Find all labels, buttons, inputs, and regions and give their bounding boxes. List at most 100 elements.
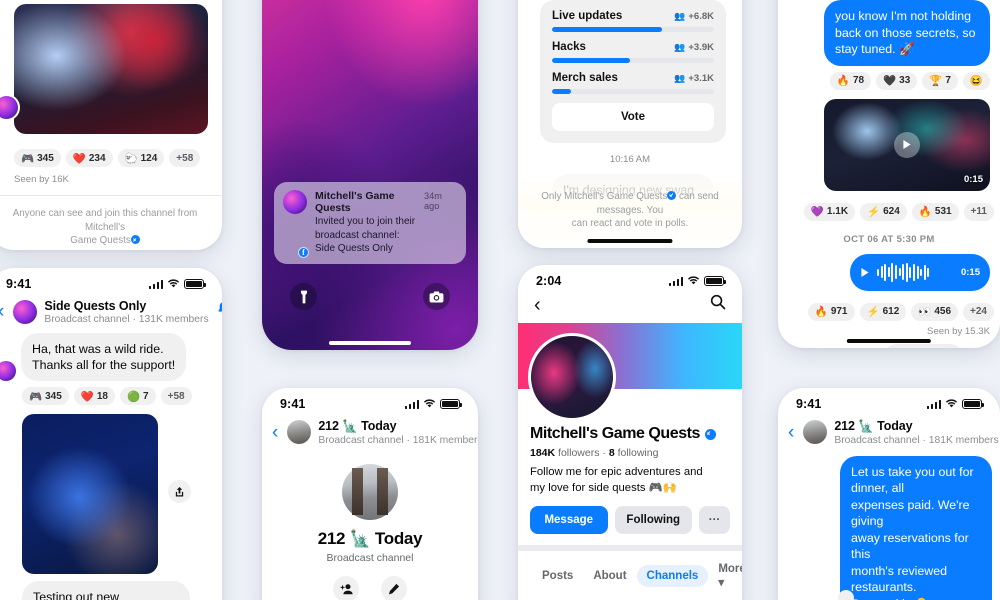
tab-about[interactable]: About <box>583 565 636 587</box>
photo-caption-bubble[interactable]: Testing out new dimensions. <box>22 581 190 600</box>
message-line-1: you know I'm not holding <box>835 9 971 23</box>
reaction-pill[interactable]: ❤️ 234 <box>65 149 113 167</box>
message-line-1: Let us take you out for dinner, all <box>851 464 974 496</box>
reaction-pill[interactable]: 🐑 124 <box>117 149 165 167</box>
reaction-pill[interactable]: 🟢 7 <box>119 387 156 406</box>
card-chat-media: you know I'm not holding back on those s… <box>778 0 1000 348</box>
reaction-pill[interactable]: 👀 456 <box>911 302 959 321</box>
message-bubble-outgoing[interactable]: you know I'm not holding back on those s… <box>824 0 990 66</box>
notification-banner[interactable]: f Mitchell's Game Quests 34m ago Invited… <box>274 182 466 264</box>
play-button[interactable] <box>894 131 920 158</box>
battery-icon <box>962 399 984 409</box>
reaction-pill[interactable]: 🔥 78 <box>829 71 872 90</box>
poll-bar <box>552 27 714 32</box>
message-button[interactable]: Message <box>530 506 608 535</box>
message-timestamp: 10:16 AM <box>609 154 651 165</box>
status-time: 9:41 <box>796 397 822 411</box>
edit-action[interactable]: Edit <box>381 575 407 600</box>
invite-action[interactable]: Invite <box>333 575 359 600</box>
status-bar: 9:41 <box>0 268 222 293</box>
reaction-pill[interactable]: 🖤 33 <box>876 71 918 90</box>
reaction-pill[interactable]: 🔥 531 <box>911 202 959 221</box>
video-duration: 0:15 <box>963 173 983 185</box>
bio-line-2: my love for side quests 🎮🙌 <box>530 482 677 495</box>
message-input[interactable]: Message <box>883 343 964 349</box>
channel-avatar[interactable] <box>13 299 38 324</box>
cellular-signal-icon <box>926 399 941 409</box>
play-icon <box>903 140 911 149</box>
join-notice-line-2: Game Quests <box>70 235 131 247</box>
back-chevron-icon[interactable]: ‹ <box>786 423 796 442</box>
message-bubble-outgoing[interactable]: Let us take you out for dinner, all expe… <box>840 455 992 600</box>
reaction-pill[interactable]: ⚡ 624 <box>860 202 907 221</box>
reaction-pill[interactable]: 🔥 971 <box>807 302 855 321</box>
camera-button[interactable] <box>423 283 450 310</box>
reaction-pill[interactable]: 🎮 345 <box>14 149 61 167</box>
message-line-5: React with 🍤 to enter. <box>851 597 976 600</box>
channel-avatar[interactable] <box>287 420 312 445</box>
message-photo[interactable] <box>22 414 158 575</box>
emoji-icon[interactable] <box>941 348 957 349</box>
share-button[interactable] <box>168 480 191 504</box>
more-options-button[interactable]: ··· <box>699 506 730 535</box>
reaction-pill[interactable]: 🏆 7 <box>922 71 958 90</box>
notification-avatar <box>283 190 307 214</box>
notification-bell-icon[interactable] <box>216 301 222 322</box>
reaction-emoji: 🔥 <box>814 306 828 318</box>
camera-icon <box>429 291 444 302</box>
following-button[interactable]: Following <box>614 506 692 535</box>
status-time: 2:04 <box>536 274 562 288</box>
notification-time: 34m ago <box>423 191 442 211</box>
reaction-count: 1.1K <box>826 206 849 217</box>
audio-message[interactable]: 0:15 <box>850 253 990 291</box>
flashlight-button[interactable] <box>290 283 317 310</box>
back-chevron-icon[interactable]: ‹ <box>534 295 541 315</box>
reaction-pill[interactable]: 🎮 345 <box>22 387 69 406</box>
join-notice: Anyone can see and join this channel fro… <box>0 196 222 248</box>
photo-caption: Testing out new dimensions. <box>33 590 120 600</box>
card-lock-screen: f Mitchell's Game Quests 34m ago Invited… <box>262 0 478 350</box>
reaction-pill-more[interactable]: +24 <box>963 302 994 321</box>
reaction-emoji: ❤️ <box>72 152 86 165</box>
reaction-pill[interactable]: ⚡ 612 <box>859 302 907 321</box>
flashlight-icon <box>300 290 307 303</box>
tab-more[interactable]: More ▾ <box>708 558 742 594</box>
back-chevron-icon[interactable]: ‹ <box>0 302 6 321</box>
reaction-count: 624 <box>883 206 900 217</box>
chat-header: ‹ 212 🗽 Today Broadcast channel · 181K m… <box>262 413 478 454</box>
thumbs-up-icon[interactable] <box>973 348 989 349</box>
channel-avatar[interactable] <box>803 420 828 445</box>
reaction-emoji: 🖤 <box>883 75 897 87</box>
poll-option[interactable]: Merch sales 👥 +3.1K <box>552 72 714 94</box>
bio-line-1: Follow me for epic adventures and <box>530 466 703 478</box>
reaction-list: 🎮 345 ❤️ 18 🟢 7 +58 <box>0 387 222 406</box>
reaction-pill[interactable]: 💜 1.1K <box>803 202 856 221</box>
rules-line-3: can react and vote in polls. <box>571 218 689 230</box>
seen-by-label: Seen by 15.3K <box>927 325 990 337</box>
reaction-list: 🎮 345 ❤️ 234 🐑 124 +58 <box>0 140 222 167</box>
reaction-pill-more[interactable]: +58 <box>169 149 201 167</box>
poll-option-label: Merch sales <box>552 72 618 84</box>
search-icon[interactable] <box>710 294 726 315</box>
tab-channels[interactable]: Channels <box>636 565 709 588</box>
reaction-emoji: ⚡ <box>867 206 881 218</box>
cellular-signal-icon <box>668 276 683 286</box>
sender-avatar-small <box>838 590 854 600</box>
profile-avatar-large <box>342 463 398 520</box>
reaction-pill-more[interactable]: +11 <box>963 202 994 221</box>
battery-icon <box>440 399 462 409</box>
back-chevron-icon[interactable]: ‹ <box>270 423 280 442</box>
play-icon <box>861 267 869 277</box>
status-bar: 9:41 <box>262 388 478 413</box>
poll-option[interactable]: Live updates 👥 +6.8K <box>552 10 714 32</box>
reaction-pill-more[interactable]: +58 <box>160 387 192 406</box>
vote-button[interactable]: Vote <box>552 103 714 131</box>
message-bubble[interactable]: Ha, that was a wild ride. Thanks all for… <box>21 332 187 382</box>
profile-avatar[interactable] <box>528 333 616 421</box>
poll-option[interactable]: Hacks 👥 +3.9K <box>552 41 714 63</box>
following-label: following <box>617 447 659 459</box>
add-reaction-button[interactable]: 😆 <box>962 71 990 90</box>
tab-posts[interactable]: Posts <box>532 565 583 587</box>
notification-line-1: Invited you to join their broadcast chan… <box>315 216 416 241</box>
reaction-pill[interactable]: ❤️ 18 <box>73 387 115 406</box>
